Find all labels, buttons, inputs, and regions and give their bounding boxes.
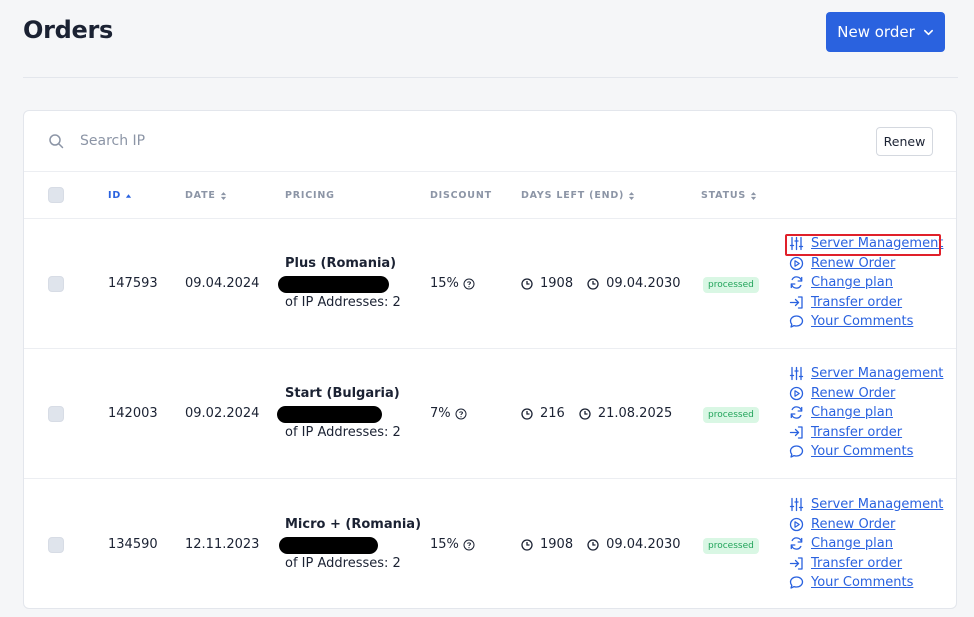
ip-address-count: of IP Addresses: 2 [285, 295, 401, 310]
orders-card: Renew ID DATE PRICING DISCOUNT DAYS LEFT… [23, 110, 957, 609]
transfer-icon [789, 557, 803, 570]
end-date-value: 09.04.2030 [606, 276, 681, 291]
renew-order-link[interactable]: Renew Order [789, 516, 895, 533]
discount-cell: 7% [430, 406, 467, 421]
order-id: 142003 [108, 406, 158, 421]
clock-icon [587, 277, 599, 290]
order-date: 12.11.2023 [185, 537, 260, 552]
status-badge: processed [703, 538, 759, 554]
play-circle-icon [789, 386, 804, 401]
sort-icon [629, 191, 635, 200]
column-header-discount: DISCOUNT [430, 190, 492, 201]
discount-value: 7% [430, 406, 451, 421]
discount-value: 15% [430, 276, 459, 291]
play-circle-icon [789, 517, 804, 532]
renew-button[interactable]: Renew [876, 127, 933, 156]
transfer-order-link[interactable]: Transfer order [789, 424, 902, 441]
end-date-value: 09.04.2030 [606, 537, 681, 552]
transfer-order-link[interactable]: Transfer order [789, 555, 902, 572]
transfer-order-link[interactable]: Transfer order [789, 294, 902, 311]
clock-icon [587, 538, 599, 551]
column-header-id[interactable]: ID [108, 190, 132, 201]
sort-asc-icon [125, 193, 132, 198]
row-checkbox[interactable] [48, 276, 64, 292]
table-header: ID DATE PRICING DISCOUNT DAYS LEFT (END)… [24, 171, 956, 219]
status-badge: processed [703, 407, 759, 423]
search-ip-input[interactable] [80, 127, 580, 155]
your-comments-link[interactable]: Your Comments [789, 443, 913, 460]
table-row: 142003 09.02.2024 Start (Bulgaria) of IP… [24, 349, 956, 479]
change-plan-link[interactable]: Change plan [789, 535, 893, 552]
clock-icon [579, 407, 591, 420]
redacted-block [277, 406, 382, 423]
page-title: Orders [23, 16, 114, 44]
header-divider [23, 77, 958, 78]
column-header-date[interactable]: DATE [185, 190, 227, 201]
order-date: 09.04.2024 [185, 276, 260, 291]
refresh-icon [790, 537, 803, 550]
column-header-pricing: PRICING [285, 190, 335, 201]
end-date-value: 21.08.2025 [597, 406, 673, 421]
row-checkbox[interactable] [48, 537, 64, 553]
days-left-cell: 216 21.08.2025 [521, 406, 672, 421]
refresh-icon [790, 406, 803, 419]
redacted-block [278, 276, 389, 293]
comment-icon [789, 445, 804, 458]
discount-cell: 15% [430, 537, 475, 552]
table-row: 134590 12.11.2023 Micro + (Romania) of I… [24, 480, 956, 608]
ip-address-count: of IP Addresses: 2 [285, 556, 401, 571]
sort-icon [220, 191, 226, 200]
transfer-icon [789, 296, 803, 309]
play-circle-icon [789, 256, 804, 271]
clock-icon [521, 538, 533, 551]
server-management-link[interactable]: Server Management [789, 235, 943, 252]
your-comments-link[interactable]: Your Comments [789, 574, 913, 591]
server-management-link[interactable]: Server Management [789, 365, 943, 382]
redacted-block [279, 537, 378, 554]
change-plan-link[interactable]: Change plan [789, 404, 893, 421]
clock-icon [521, 277, 533, 290]
days-left-cell: 1908 09.04.2030 [521, 276, 681, 291]
sliders-icon [789, 366, 804, 381]
days-left-value: 1908 [540, 537, 574, 552]
status-badge: processed [703, 277, 759, 293]
days-left-cell: 1908 09.04.2030 [521, 537, 681, 552]
sliders-icon [789, 236, 804, 251]
pricing-plan-name: Micro + (Romania) [285, 517, 422, 532]
transfer-icon [789, 426, 803, 439]
table-row: 147593 09.04.2024 Plus (Romania) of IP A… [24, 219, 956, 349]
help-icon[interactable] [463, 278, 475, 290]
pricing-plan-name: Plus (Romania) [285, 256, 397, 271]
renew-order-link[interactable]: Renew Order [789, 255, 895, 272]
your-comments-link[interactable]: Your Comments [789, 313, 913, 330]
order-id: 134590 [108, 537, 158, 552]
column-header-days-left[interactable]: DAYS LEFT (END) [521, 190, 635, 201]
ip-address-count: of IP Addresses: 2 [285, 425, 401, 440]
server-management-link[interactable]: Server Management [789, 496, 943, 513]
renew-order-link[interactable]: Renew Order [789, 385, 895, 402]
change-plan-link[interactable]: Change plan [789, 274, 893, 291]
search-icon [49, 134, 64, 149]
clock-icon [521, 407, 533, 420]
help-icon[interactable] [463, 539, 475, 551]
pricing-plan-name: Start (Bulgaria) [285, 386, 400, 401]
order-date: 09.02.2024 [185, 406, 260, 421]
column-header-status[interactable]: STATUS [701, 190, 757, 201]
new-order-button[interactable]: New order [826, 12, 945, 52]
refresh-icon [790, 276, 803, 289]
new-order-label: New order [837, 23, 915, 41]
discount-cell: 15% [430, 276, 475, 291]
comment-icon [789, 576, 804, 589]
days-left-value: 216 [540, 406, 565, 421]
select-all-checkbox[interactable] [48, 187, 64, 203]
help-icon[interactable] [455, 408, 467, 420]
days-left-value: 1908 [540, 276, 574, 291]
discount-value: 15% [430, 537, 459, 552]
comment-icon [789, 315, 804, 328]
sliders-icon [789, 497, 804, 512]
sort-icon [750, 191, 757, 200]
row-checkbox[interactable] [48, 406, 64, 422]
chevron-down-icon [923, 29, 933, 35]
order-id: 147593 [108, 276, 158, 291]
